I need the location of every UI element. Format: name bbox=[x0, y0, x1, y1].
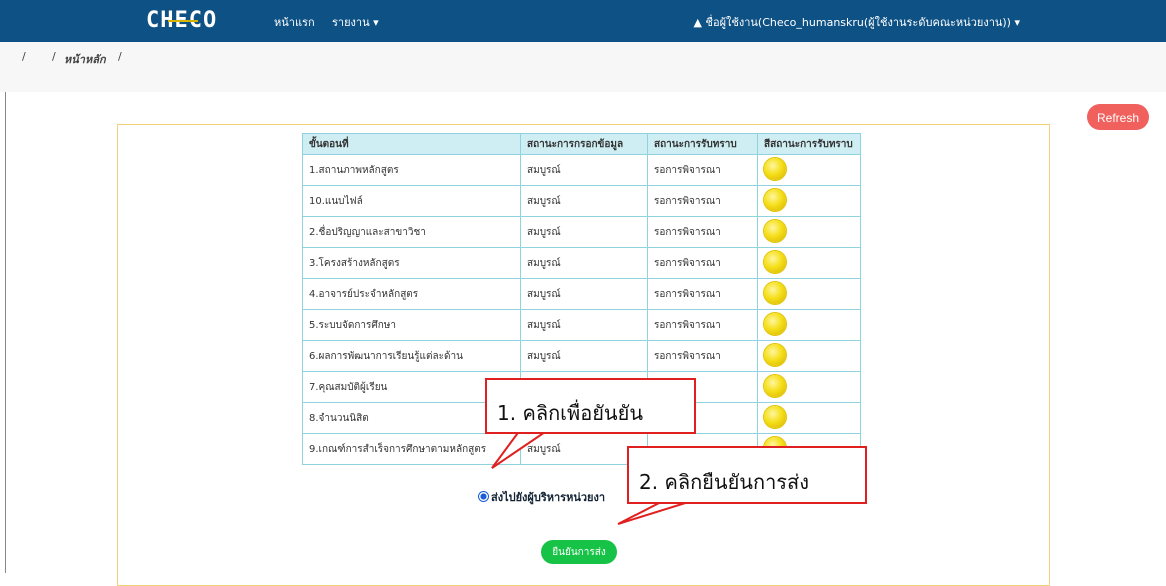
step-cell: 3.โครงสร้างหลักสูตร bbox=[302, 247, 521, 279]
fill-status-cell: สมบูรณ์ bbox=[520, 154, 648, 186]
radio-label: ส่งไปยังผู้บริหารหน่วยงา bbox=[491, 491, 606, 504]
fill-status-cell: สมบูรณ์ bbox=[520, 278, 648, 310]
table-row: 3.โครงสร้างหลักสูตร สมบูรณ์ รอการพิจารณา bbox=[302, 247, 861, 279]
ack-status-cell: รอการพิจารณา bbox=[647, 154, 758, 186]
status-color-cell bbox=[757, 371, 861, 403]
step-cell: 5.ระบบจัดการศึกษา bbox=[302, 309, 521, 341]
table-row: 6.ผลการพัฒนาการเรียนรู้แต่ละด้าน สมบูรณ์ร… bbox=[302, 340, 861, 372]
fill-status-cell: สมบูรณ์ bbox=[520, 216, 648, 248]
refresh-button[interactable]: Refresh bbox=[1087, 104, 1149, 130]
step-cell: 9.เกณฑ์การสำเร็จการศึกษาตามหลักสูตร bbox=[302, 433, 521, 465]
send-to-executive-radio[interactable]: ส่งไปยังผู้บริหารหน่วยงา bbox=[478, 488, 605, 506]
column-header-step: ขั้นตอนที่ bbox=[302, 133, 521, 155]
table-row: 4.อาจารย์ประจำหลักสูตร สมบูรณ์ รอการพิจารณ… bbox=[302, 278, 861, 310]
table-row: 2.ชื่อปริญญาและสาขาวิชา สมบูรณ์ รอการพิจาร… bbox=[302, 216, 861, 248]
table-row: 1.สถานภาพหลักสูตร สมบูรณ์ รอการพิจารณา bbox=[302, 154, 861, 186]
fill-status-cell: สมบูรณ์ bbox=[520, 247, 648, 279]
step-cell: 1.สถานภาพหลักสูตร bbox=[302, 154, 521, 186]
nav-report-dropdown[interactable]: รายงาน ▾ bbox=[332, 13, 379, 31]
status-color-cell bbox=[757, 216, 861, 248]
ack-status-cell: รอการพิจารณา bbox=[647, 216, 758, 248]
radio-selected-icon[interactable] bbox=[478, 491, 489, 502]
yellow-status-dot-icon bbox=[764, 188, 786, 211]
step-cell: 4.อาจารย์ประจำหลักสูตร bbox=[302, 278, 521, 310]
page-border-line bbox=[5, 92, 6, 573]
callout-2-text: 2. คลิกยืนยันการส่ง bbox=[639, 470, 810, 494]
table-row: 10.แนบไฟล์ สมบูรณ์ รอการพิจารณา bbox=[302, 185, 861, 217]
status-color-cell bbox=[757, 247, 861, 279]
breadcrumb-separator: / bbox=[118, 50, 122, 63]
step-cell: 2.ชื่อปริญญาและสาขาวิชา bbox=[302, 216, 521, 248]
breadcrumb-current[interactable]: หน้าหลัก bbox=[64, 50, 106, 68]
yellow-status-dot-icon bbox=[764, 374, 786, 397]
brand-logo[interactable]: CHECO bbox=[146, 8, 217, 33]
status-color-cell bbox=[757, 185, 861, 217]
table-header-row: ขั้นตอนที่ สถานะการกรอกข้อมูล สถานะการรั… bbox=[302, 133, 861, 155]
table-row: 5.ระบบจัดการศึกษา สมบูรณ์ รอการพิจารณา bbox=[302, 309, 861, 341]
ack-status-cell: รอการพิจารณา bbox=[647, 247, 758, 279]
callout-1-text: 1. คลิกเพื่อยันยัน bbox=[497, 401, 643, 425]
status-color-cell bbox=[757, 154, 861, 186]
column-header-ack-status: สถานะการรับทราบ bbox=[647, 133, 758, 155]
confirm-send-button[interactable]: ยืนยันการส่ง bbox=[541, 540, 617, 564]
step-cell: 10.แนบไฟล์ bbox=[302, 185, 521, 217]
yellow-status-dot-icon bbox=[764, 219, 786, 242]
ack-status-cell: รอการพิจารณา bbox=[647, 278, 758, 310]
fill-status-cell: สมบูรณ์ bbox=[520, 340, 648, 372]
yellow-status-dot-icon bbox=[764, 405, 786, 428]
column-header-status-color: สีสถานะการรับทราบ bbox=[757, 133, 861, 155]
logo-accent-line bbox=[168, 20, 198, 22]
yellow-status-dot-icon bbox=[764, 343, 786, 366]
step-cell: 6.ผลการพัฒนาการเรียนรู้แต่ละด้าน bbox=[302, 340, 521, 372]
status-color-cell bbox=[757, 402, 861, 434]
status-color-cell bbox=[757, 340, 861, 372]
yellow-status-dot-icon bbox=[764, 250, 786, 273]
user-menu[interactable]: ▲ ชื่อผู้ใช้งาน(Checo_humanskru(ผู้ใช้งา… bbox=[694, 13, 1020, 31]
yellow-status-dot-icon bbox=[764, 312, 786, 335]
ack-status-cell: รอการพิจารณา bbox=[647, 340, 758, 372]
fill-status-cell: สมบูรณ์ bbox=[520, 185, 648, 217]
yellow-status-dot-icon bbox=[764, 157, 786, 180]
instruction-callout-2: 2. คลิกยืนยันการส่ง bbox=[627, 446, 867, 504]
instruction-callout-1: 1. คลิกเพื่อยันยัน bbox=[485, 378, 696, 434]
ack-status-cell: รอการพิจารณา bbox=[647, 309, 758, 341]
breadcrumb-separator: / bbox=[22, 50, 26, 63]
status-color-cell bbox=[757, 309, 861, 341]
column-header-fill-status: สถานะการกรอกข้อมูล bbox=[520, 133, 648, 155]
status-color-cell bbox=[757, 278, 861, 310]
ack-status-cell: รอการพิจารณา bbox=[647, 185, 758, 217]
breadcrumb-separator: / bbox=[52, 50, 56, 63]
top-navbar: CHECO หน้าแรก รายงาน ▾ ▲ ชื่อผู้ใช้งาน(C… bbox=[0, 0, 1166, 42]
nav-home[interactable]: หน้าแรก bbox=[274, 13, 315, 31]
breadcrumb: / / หน้าหลัก / bbox=[0, 42, 1166, 92]
yellow-status-dot-icon bbox=[764, 281, 786, 304]
fill-status-cell: สมบูรณ์ bbox=[520, 309, 648, 341]
